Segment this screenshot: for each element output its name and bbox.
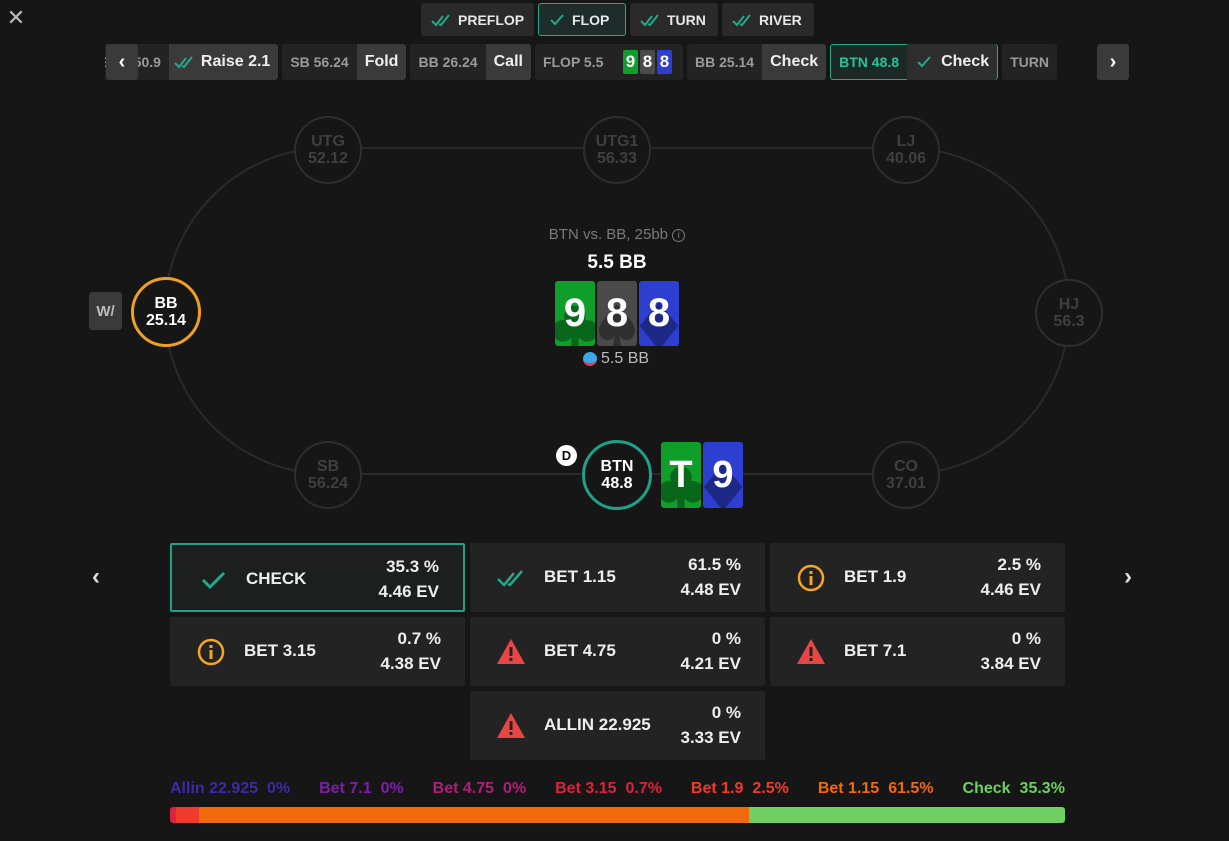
pot-chips: 5.5 BB — [583, 350, 649, 368]
seat-co: CO 37.01 — [872, 441, 940, 509]
check-icon — [201, 571, 226, 590]
option-allin[interactable]: ALLIN 22.925 0 % 3.33 EV — [470, 691, 765, 760]
legend-item: Bet 1.9 2.5% — [691, 780, 789, 802]
legend-pct: 35.3% — [1019, 780, 1065, 797]
legend-label: Bet 1.15 — [817, 780, 880, 797]
dealer-button: D — [556, 445, 577, 466]
option-bet-4-75[interactable]: BET 4.75 0 % 4.21 EV — [470, 617, 765, 686]
hero-card: T — [661, 442, 701, 508]
legend-item: Allin 22.925 0% — [170, 780, 290, 802]
legend-label: Bet 4.75 — [432, 780, 495, 797]
option-bet-1-9[interactable]: BET 1.9 2.5 % 4.46 EV — [770, 543, 1065, 612]
option-bet-3-15[interactable]: BET 3.15 0.7 % 4.38 EV — [170, 617, 465, 686]
seat-utg: UTG 52.12 — [294, 116, 362, 184]
warning-icon — [497, 639, 525, 664]
seat-lj: LJ 40.06 — [872, 116, 940, 184]
legend-item: Bet 3.15 0.7% — [555, 780, 662, 802]
strategy-bar — [170, 807, 1065, 823]
legend-item: Bet 7.1 0% — [319, 780, 404, 802]
legend-label: Bet 1.9 — [690, 780, 744, 797]
board-card: 8 — [639, 281, 679, 346]
legend-pct: 0.7% — [625, 780, 662, 797]
strategy-bar-segment — [176, 807, 199, 823]
legend-label: Check — [962, 780, 1011, 797]
legend-pct: 61.5% — [888, 780, 934, 797]
legend-item: Check 35.3% — [963, 780, 1065, 802]
double-check-icon — [497, 570, 523, 587]
seat-sb: SB 56.24 — [294, 441, 362, 509]
matchup-label: BTN vs. BB, 25bb i — [517, 226, 717, 243]
hero-card: 9 — [703, 442, 743, 508]
info-icon[interactable]: i — [672, 228, 686, 242]
options-prev-button[interactable]: ‹ — [92, 565, 112, 589]
board-card: 8 — [597, 281, 637, 346]
legend-label: Bet 7.1 — [319, 780, 372, 797]
strategy-bar-segment — [198, 807, 750, 823]
option-check[interactable]: CHECK 35.3 % 4.46 EV — [170, 543, 465, 612]
chip-icon — [583, 352, 597, 366]
pot-size: 5.5 BB — [587, 252, 647, 273]
warning-icon — [497, 713, 525, 738]
legend-label: Bet 3.15 — [555, 780, 617, 797]
options-next-button[interactable]: › — [1124, 565, 1144, 589]
legend-pct: 2.5% — [752, 780, 789, 797]
strategy-bar-segment — [749, 807, 1065, 823]
seat-btn[interactable]: BTN 48.8 — [582, 440, 652, 510]
seat-utg1: UTG1 56.33 — [583, 116, 651, 184]
legend-pct: 0% — [503, 780, 527, 797]
option-bet-1-15[interactable]: BET 1.15 61.5 % 4.48 EV — [470, 543, 765, 612]
seat-bb[interactable]: BB 25.14 — [131, 277, 201, 347]
bb-logo: W/ — [89, 292, 122, 330]
info-icon — [197, 638, 225, 666]
strategy-legend: Allin 22.925 0% Bet 7.1 0% Bet 4.75 0% Bet 3.1… — [170, 780, 1065, 802]
legend-item: Bet 1.15 61.5% — [818, 780, 934, 802]
board-card: 9 — [555, 281, 595, 346]
option-bet-7-1[interactable]: BET 7.1 0 % 3.84 EV — [770, 617, 1065, 686]
seat-hj: HJ 56.3 — [1035, 279, 1103, 347]
legend-pct: 0% — [267, 780, 291, 797]
info-icon — [797, 564, 825, 592]
legend-pct: 0% — [380, 780, 404, 797]
legend-item: Bet 4.75 0% — [433, 780, 527, 802]
legend-label: Allin 22.925 — [170, 780, 259, 797]
warning-icon — [797, 639, 825, 664]
